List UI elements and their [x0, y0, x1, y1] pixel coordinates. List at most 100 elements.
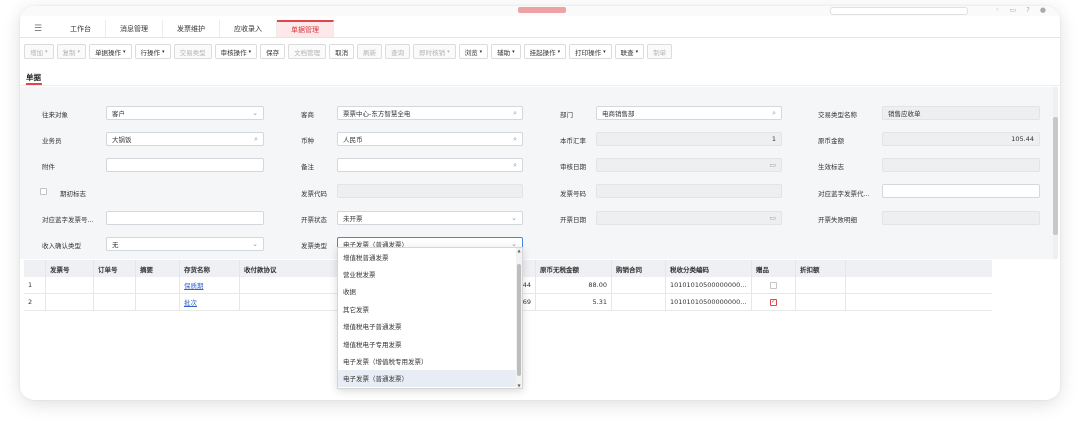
dropdown-option[interactable]: 其它发票: [338, 300, 522, 317]
tab-document-manage[interactable]: 单据管理: [277, 20, 334, 37]
chevron-down-icon: ⌄: [252, 109, 258, 117]
toolbar-button: 复制 ▾: [56, 44, 87, 59]
toolbar-button-label: 浏览: [464, 48, 478, 57]
dropdown-option[interactable]: 增值税普通发票: [338, 248, 522, 265]
scroll-down-icon[interactable]: ▼: [516, 383, 522, 388]
gift-cell[interactable]: ✓: [752, 294, 796, 310]
red-invoice-number-field[interactable]: [106, 211, 264, 225]
label-invoice-number: 发票号码: [560, 190, 586, 198]
grid-header-cell[interactable]: 摘要: [136, 260, 180, 277]
toolbar-button-label: 复制: [62, 48, 76, 57]
invoice-code-field: [337, 184, 523, 198]
grid-header-cell[interactable]: 赠品: [752, 260, 796, 277]
dropdown-scrollbar[interactable]: ▲ ▼: [516, 248, 522, 388]
grid-header-cell[interactable]: [24, 260, 46, 277]
grid-header-cell[interactable]: 购销合同: [612, 260, 666, 277]
caret-down-icon: ▾: [123, 48, 126, 55]
dropdown-option[interactable]: 增值税电子专用发票: [338, 335, 522, 352]
tab-label: 单据管理: [291, 25, 319, 34]
toolbar-button: 即时核销 ▾: [413, 44, 456, 59]
grid-cell-discount[interactable]: [796, 294, 846, 310]
revenue-type-select[interactable]: 无 ⌄: [106, 237, 264, 251]
grid-cell-idx[interactable]: 2: [24, 294, 46, 310]
calendar-icon[interactable]: ▭: [1010, 6, 1017, 14]
gift-cell[interactable]: [752, 277, 796, 293]
toolbar-button-label: 查询: [391, 48, 405, 57]
customer-field[interactable]: 票票中心-东方智慧全电 ⌕: [337, 106, 523, 120]
scrollbar-thumb[interactable]: [1053, 117, 1058, 235]
toolbar-button[interactable]: 挂起操作 ▾: [523, 44, 567, 59]
department-field[interactable]: 电商销售部 ⌕: [596, 106, 782, 120]
toolbar-button[interactable]: 保存: [260, 44, 286, 59]
dropdown-option[interactable]: 营业税发票: [338, 265, 522, 282]
help-icon[interactable]: ?: [1026, 6, 1030, 14]
tab-receivable-entry[interactable]: 应收录入: [220, 20, 277, 37]
field-value: 大锅饭: [112, 136, 132, 144]
caret-down-icon: ▾: [603, 48, 606, 55]
salesperson-field[interactable]: 大锅饭 ⌕: [106, 132, 264, 146]
remark-field[interactable]: ⌕: [337, 158, 523, 172]
grid-cell-idx[interactable]: 1: [24, 277, 46, 293]
item-link[interactable]: 批次: [184, 297, 197, 307]
invoice-status-select[interactable]: 未开票 ⌄: [337, 211, 523, 225]
user-icon[interactable]: ●: [1040, 6, 1046, 14]
tab-messages[interactable]: 消息管理: [106, 20, 163, 37]
gift-checkbox[interactable]: [770, 281, 777, 289]
item-link[interactable]: 保质期: [184, 280, 204, 290]
grid-header-cell[interactable]: 存货名称: [180, 260, 240, 277]
grid-cell-invoice-no[interactable]: [46, 294, 94, 310]
form-scrollbar[interactable]: [1053, 87, 1058, 259]
gift-checkbox[interactable]: ✓: [770, 298, 777, 306]
toolbar-button[interactable]: 打印操作 ▾: [569, 44, 612, 59]
grid-cell-tax-code[interactable]: 10101010500000000...: [666, 294, 752, 310]
toolbar-button[interactable]: 行操作 ▾: [134, 44, 171, 59]
scroll-up-icon[interactable]: ▲: [516, 248, 522, 253]
grid-header-cell[interactable]: 折扣额: [796, 260, 846, 277]
invoice-number-field: [596, 184, 782, 198]
grid-cell-summary[interactable]: [136, 277, 180, 293]
toolbar-button[interactable]: 浏览 ▾: [458, 44, 489, 59]
grid-cell-contract[interactable]: [612, 294, 666, 310]
grid-cell-net[interactable]: 5.31: [536, 294, 612, 310]
toolbar-button[interactable]: 单据操作 ▾: [89, 44, 132, 59]
toolbar-button[interactable]: 取消: [329, 44, 355, 59]
grid-cell-order-no[interactable]: [94, 294, 136, 310]
toolbar-button: 制单: [647, 44, 673, 59]
grid-cell-summary[interactable]: [136, 294, 180, 310]
tab-workbench[interactable]: 工作台: [56, 20, 106, 37]
tab-invoice-maintain[interactable]: 发票维护: [163, 20, 220, 37]
field-value: 105.44: [1011, 135, 1034, 143]
grid-header-cell[interactable]: 发票号: [46, 260, 94, 277]
grid-header-cell[interactable]: 税收分类编码: [666, 260, 752, 277]
dropdown-option[interactable]: 电子发票（普通发票）: [338, 369, 522, 388]
toolbar-button-label: 保存: [266, 48, 280, 57]
red-invoice-code-field[interactable]: [882, 184, 1040, 198]
menu-icon[interactable]: ☰: [20, 20, 56, 37]
grid-cell-contract[interactable]: [612, 277, 666, 293]
dropdown-option[interactable]: 收据: [338, 283, 522, 300]
grid-cell-order-no[interactable]: [94, 277, 136, 293]
caret-down-icon: ▾: [77, 48, 81, 55]
toolbar-button[interactable]: 辅助 ▾: [491, 44, 521, 59]
toolbar-button-label: 挂起操作: [529, 48, 556, 57]
dropdown-option[interactable]: 电子发票（增值税专用发票）: [338, 352, 522, 369]
scrollbar-thumb[interactable]: [517, 264, 521, 376]
toolbar-button[interactable]: 联查 ▾: [614, 44, 645, 59]
grid-cell-discount[interactable]: [796, 277, 846, 293]
dropdown-option[interactable]: 增值税电子普通发票: [338, 318, 522, 335]
grid-cell-net[interactable]: 88.00: [536, 277, 612, 293]
bell-icon[interactable]: ◦: [995, 6, 999, 14]
currency-field[interactable]: 人民币 ⌕: [337, 132, 523, 146]
grid-cell-item[interactable]: 批次: [180, 294, 240, 310]
grid-cell-tax-code[interactable]: 10101010500000000...: [666, 277, 752, 293]
tab-label: 消息管理: [120, 24, 148, 33]
grid-header-cell[interactable]: 原币无税金额: [536, 260, 612, 277]
grid-header-cell[interactable]: 订单号: [94, 260, 136, 277]
initial-flag-checkbox[interactable]: [40, 188, 47, 195]
counterparty-type-select[interactable]: 客户 ⌄: [106, 106, 264, 120]
grid-cell-item[interactable]: 保质期: [180, 277, 240, 293]
attachment-field[interactable]: [106, 158, 264, 172]
grid-cell-invoice-no[interactable]: [46, 277, 94, 293]
toolbar-button[interactable]: 审核操作 ▾: [214, 44, 258, 59]
global-search-input[interactable]: [830, 7, 968, 15]
